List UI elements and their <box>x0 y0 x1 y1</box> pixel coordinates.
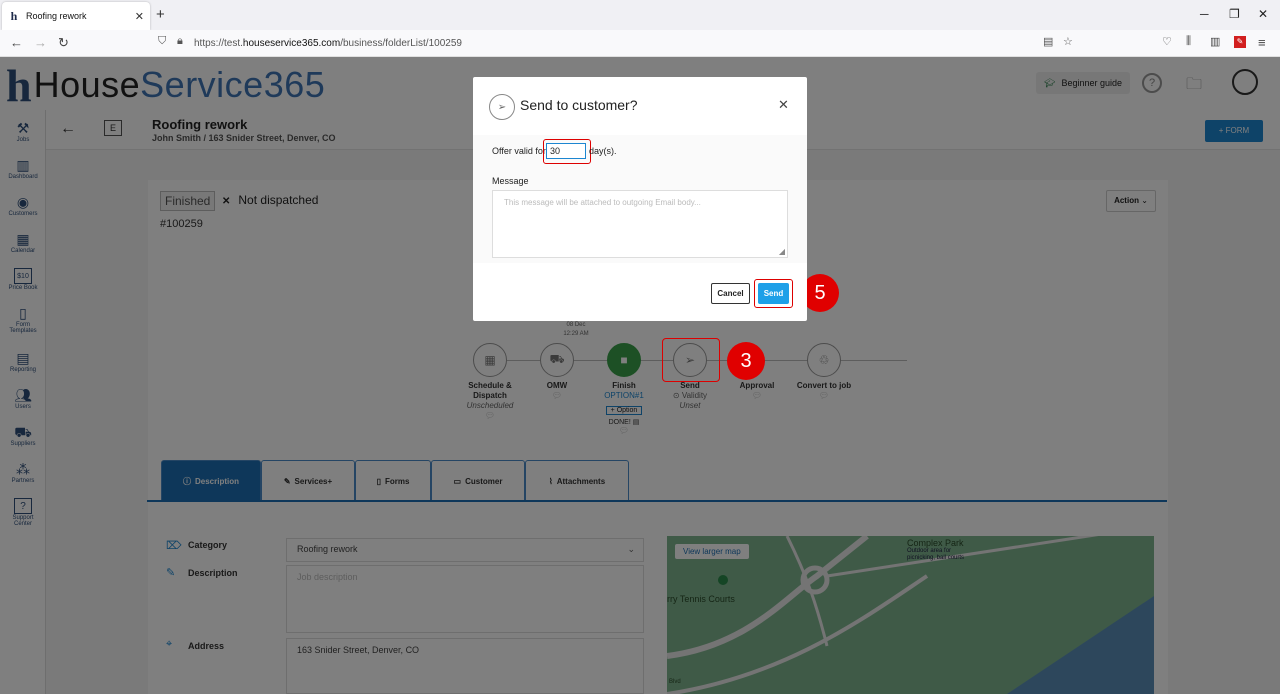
sidebar-toggle-icon[interactable]: ▥ <box>1210 35 1220 48</box>
close-icon[interactable]: ✕ <box>778 97 789 113</box>
paper-plane-icon: ➢ <box>489 94 515 120</box>
minimize-icon[interactable]: ─ <box>1200 7 1209 21</box>
lock-icon: 🔒︎ <box>177 35 183 47</box>
extension-icon[interactable]: ✎ <box>1234 36 1246 48</box>
browser-tabbar: h Roofing rework ✕ + ─ ❐ ✕ <box>0 0 1280 30</box>
resize-handle-icon[interactable]: ◢ <box>779 247 785 256</box>
bookmark-star-icon[interactable]: ☆ <box>1063 35 1073 48</box>
browser-navbar: ← → ↻ ⛉ 🔒︎ https://test.houseservice365.… <box>0 30 1280 57</box>
new-tab-icon[interactable]: + <box>156 6 165 23</box>
days-label: day(s). <box>589 146 617 156</box>
send-to-customer-dialog: ➢ Send to customer? ✕ Offer valid for da… <box>473 77 807 321</box>
dialog-title: Send to customer? <box>520 97 638 113</box>
pocket-icon[interactable]: ♡ <box>1162 35 1172 48</box>
dialog-header: ➢ Send to customer? ✕ <box>473 77 807 135</box>
restore-icon[interactable]: ❐ <box>1229 7 1240 21</box>
send-step-highlight <box>662 338 720 382</box>
marker-3: 3 <box>727 342 765 380</box>
reload-icon[interactable]: ↻ <box>58 35 69 51</box>
message-textarea[interactable]: This message will be attached to outgoin… <box>492 190 788 258</box>
tab-title: Roofing rework <box>26 11 87 21</box>
browser-tab[interactable]: h Roofing rework ✕ <box>2 2 150 30</box>
url-text: https://test.houseservice365.com/busines… <box>194 37 462 49</box>
url-bar[interactable]: ⛉ 🔒︎ https://test.houseservice365.com/bu… <box>150 32 1085 54</box>
send-button[interactable]: Send <box>758 283 789 304</box>
tab-close-icon[interactable]: ✕ <box>135 10 144 23</box>
forward-icon[interactable]: → <box>34 35 47 50</box>
window-close-icon[interactable]: ✕ <box>1258 7 1268 21</box>
shield-icon: ⛉ <box>158 35 167 47</box>
reader-icon[interactable]: ▤ <box>1043 35 1053 48</box>
cancel-button[interactable]: Cancel <box>711 283 750 304</box>
message-label: Message <box>492 176 529 186</box>
offer-days-input[interactable] <box>546 143 586 159</box>
site-favicon-icon: h <box>10 8 18 23</box>
offer-valid-label: Offer valid for <box>492 146 546 156</box>
menu-icon[interactable]: ≡ <box>1258 35 1266 50</box>
back-icon[interactable]: ← <box>10 35 23 50</box>
library-icon[interactable]: ⫼ <box>1186 35 1191 48</box>
